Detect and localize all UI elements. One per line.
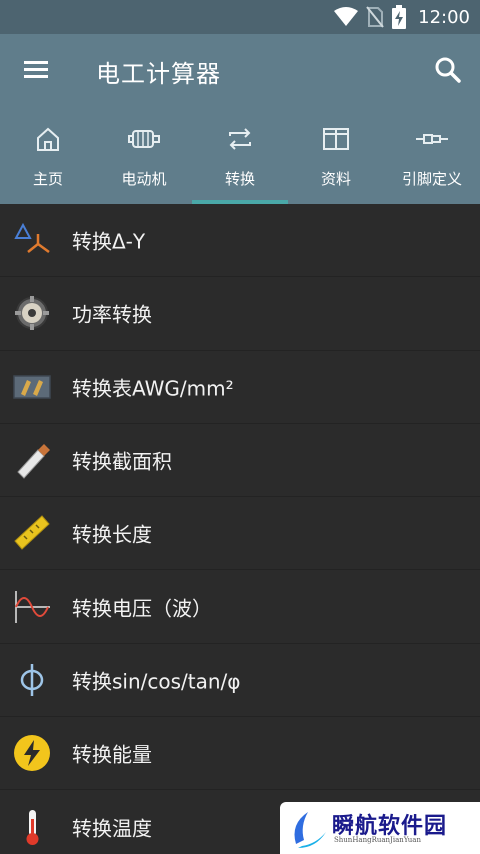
search-icon bbox=[435, 57, 461, 83]
search-button[interactable] bbox=[432, 54, 464, 86]
tab-label: 资料 bbox=[320, 170, 351, 188]
item-label: 转换能量 bbox=[72, 742, 152, 767]
list-item-energy[interactable]: 转换能量 bbox=[0, 717, 480, 791]
item-label: 转换表AWG/mm² bbox=[72, 376, 234, 401]
status-icons: 12:00 bbox=[334, 0, 470, 34]
tab-label: 电动机 bbox=[121, 170, 167, 188]
list-item-awg-table[interactable]: 转换表AWG/mm² bbox=[0, 351, 480, 424]
item-label: 转换电压（波） bbox=[72, 596, 212, 621]
list-item-length[interactable]: 转换长度 bbox=[0, 497, 480, 571]
hamburger-menu-icon bbox=[24, 61, 48, 78]
thermometer-icon bbox=[26, 809, 39, 845]
gear-motor-icon bbox=[15, 296, 49, 331]
tab-convert[interactable]: 转换 bbox=[192, 106, 288, 204]
item-label: 功率转换 bbox=[72, 302, 152, 327]
item-label: 转换sin/cos/tan/φ bbox=[72, 669, 241, 694]
lightning-icon bbox=[14, 735, 50, 772]
tab-reference[interactable]: 资料 bbox=[288, 106, 384, 204]
sine-wave-icon bbox=[15, 590, 50, 623]
list-item-trig[interactable]: 转换sin/cos/tan/φ bbox=[0, 644, 480, 718]
item-label: 转换Δ-Y bbox=[72, 229, 146, 254]
no-sim-icon bbox=[366, 6, 384, 28]
list-item-voltage-wave[interactable]: 转换电压（波） bbox=[0, 570, 480, 644]
list-item-cross-section[interactable]: 转换截面积 bbox=[0, 424, 480, 498]
tab-label: 主页 bbox=[32, 170, 63, 188]
cable-cross-section-icon bbox=[17, 444, 50, 479]
item-label: 转换温度 bbox=[72, 816, 152, 841]
motor-icon bbox=[128, 130, 160, 148]
battery-charging-icon bbox=[392, 5, 407, 29]
list-item-delta-wye[interactable]: 转换Δ-Y bbox=[0, 204, 480, 278]
tab-motor[interactable]: 电动机 bbox=[96, 106, 192, 204]
tab-label: 引脚定义 bbox=[401, 170, 462, 188]
app-bar: 电工计算器 bbox=[0, 34, 480, 106]
item-label: 转换长度 bbox=[72, 522, 152, 547]
tab-bar: 主页 电动机 转换 资料 引脚定义 bbox=[0, 106, 480, 204]
list-item-power-conversion[interactable]: 功率转换 bbox=[0, 277, 480, 351]
swoosh-logo-icon bbox=[294, 812, 326, 848]
conversion-list: 转换Δ-Y 功率转换 转换表AWG/mm² 转换截面积 转换长度 转换电压（波）… bbox=[0, 204, 480, 854]
ruler-icon bbox=[14, 515, 50, 551]
clock: 12:00 bbox=[418, 6, 470, 28]
tab-home[interactable]: 主页 bbox=[0, 106, 96, 204]
watermark-subtext: ShunHangRuanJianYuan bbox=[334, 836, 421, 844]
book-icon bbox=[323, 128, 349, 150]
status-bar: 12:00 bbox=[0, 0, 480, 34]
awg-table-icon bbox=[13, 374, 51, 399]
connector-icon bbox=[416, 134, 448, 144]
tab-label: 转换 bbox=[224, 170, 255, 188]
menu-button[interactable] bbox=[18, 54, 56, 86]
item-label: 转换截面积 bbox=[72, 449, 172, 474]
home-icon bbox=[37, 127, 59, 151]
wifi-icon bbox=[334, 7, 359, 26]
delta-wye-icon bbox=[14, 223, 50, 254]
app-title: 电工计算器 bbox=[96, 60, 221, 88]
phi-icon bbox=[20, 663, 44, 696]
watermark-logo: 瞬航软件园 ShunHangRuanJianYuan bbox=[280, 802, 480, 854]
tab-pinout[interactable]: 引脚定义 bbox=[384, 106, 480, 204]
swap-arrows-icon bbox=[229, 128, 251, 150]
